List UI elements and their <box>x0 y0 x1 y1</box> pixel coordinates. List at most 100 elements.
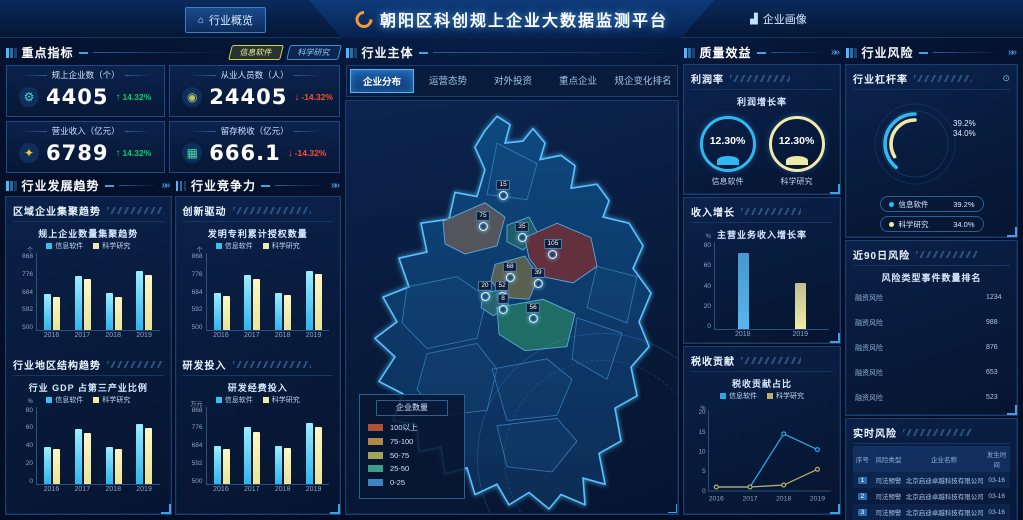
map-marker[interactable]: 68 <box>503 262 517 282</box>
svg-text:10: 10 <box>699 449 707 456</box>
bar[interactable] <box>53 297 60 330</box>
svg-text:0: 0 <box>702 488 706 495</box>
bar[interactable] <box>315 274 322 330</box>
map-marker[interactable]: 56 <box>526 303 540 323</box>
map-marker[interactable]: 35 <box>515 222 529 242</box>
bar[interactable] <box>115 297 122 330</box>
tab-change-ranking[interactable]: 规企变化排名 <box>612 69 674 93</box>
svg-text:2018: 2018 <box>776 496 791 503</box>
svg-text:%: % <box>700 405 705 411</box>
map-marker[interactable]: 20 <box>478 281 492 301</box>
legend-swatch <box>767 393 773 399</box>
y-axis: %806040200 <box>15 407 36 485</box>
bar[interactable] <box>214 446 221 484</box>
bar[interactable] <box>253 279 260 330</box>
x-tick: 2017 <box>244 486 260 493</box>
more-icon[interactable]: »» <box>331 180 340 191</box>
bar[interactable] <box>84 433 91 483</box>
chart-leverage: 39.2%34.0%信息软件39.2%科学研究34.0% <box>853 92 1010 232</box>
tab-enterprise-distribution[interactable]: 企业分布 <box>350 69 414 93</box>
map-marker[interactable]: 15 <box>496 180 510 200</box>
arrow-up-icon: ↑ <box>115 148 120 159</box>
tag-info-software[interactable]: 信息软件 <box>228 45 284 60</box>
bar[interactable] <box>44 294 51 330</box>
bar[interactable] <box>306 423 313 483</box>
bar[interactable] <box>214 293 221 330</box>
bar[interactable] <box>136 271 143 330</box>
section-icon <box>684 48 695 58</box>
nav-enterprise-portrait[interactable]: ▟ 企业画像 <box>738 7 819 31</box>
bar[interactable] <box>84 279 91 330</box>
bar[interactable] <box>275 293 282 330</box>
bar[interactable] <box>115 449 122 484</box>
table-header-cell: 企业名称 <box>905 446 984 472</box>
bar-group <box>306 253 322 330</box>
bar[interactable] <box>145 428 152 484</box>
gauge-ring: 12.30% <box>769 116 825 172</box>
hbar-value: 1234 <box>986 294 1008 301</box>
legend-item: 信息软件 <box>216 241 253 251</box>
bar[interactable] <box>275 446 282 483</box>
bar[interactable] <box>306 271 313 330</box>
bar[interactable] <box>795 283 806 329</box>
more-icon[interactable]: »» <box>1008 47 1017 58</box>
subpanel-tax: 税收贡献 <box>691 352 833 372</box>
bar[interactable] <box>44 447 51 484</box>
legend-swatch <box>216 243 222 249</box>
y-axis: 个868776684592500 <box>15 253 36 331</box>
table-cell: 3 <box>853 504 872 520</box>
map-marker[interactable]: 8 <box>498 294 509 314</box>
section-title: 行业风险 <box>862 44 914 61</box>
bar[interactable] <box>136 424 143 484</box>
hbar-track <box>890 396 981 400</box>
arrow-down-icon: ↓ <box>288 148 293 159</box>
bar[interactable] <box>284 448 291 483</box>
district-map-panel: 15753510568392052856 企业数量 100以上75-10050-… <box>346 101 678 514</box>
bar-group <box>244 253 260 330</box>
svg-text:5: 5 <box>702 468 706 475</box>
bar[interactable] <box>75 429 82 484</box>
kpi-delta: ↑14.32% <box>115 92 151 103</box>
tab-outbound-investment[interactable]: 对外投资 <box>482 69 544 93</box>
bar[interactable] <box>106 293 113 330</box>
table-cell: 北京启迪卓越科技有限公司 <box>905 472 984 488</box>
nav-industry-overview[interactable]: ⌂ 行业概览 <box>185 7 266 33</box>
bar[interactable] <box>738 253 749 329</box>
bar[interactable] <box>223 449 230 484</box>
arc-chart: 39.2%34.0% <box>853 92 1010 192</box>
bar[interactable] <box>244 275 251 330</box>
map-marker[interactable]: 105 <box>544 239 562 259</box>
bar[interactable] <box>284 295 291 330</box>
bar[interactable] <box>53 449 60 484</box>
marker-pin-icon <box>480 292 489 301</box>
bar[interactable] <box>315 427 322 484</box>
tag-science-research[interactable]: 科学研究 <box>286 45 342 60</box>
row-index-badge: 2 <box>858 493 867 500</box>
more-icon[interactable]: »» <box>161 180 170 191</box>
marker-pin-icon <box>517 233 526 242</box>
x-axis-labels: 2016201720182019 <box>34 331 164 339</box>
bar[interactable] <box>223 296 230 330</box>
tab-operation-status[interactable]: 运营态势 <box>417 69 479 93</box>
map-marker[interactable]: 75 <box>476 211 490 231</box>
x-axis-labels: 20182019 <box>712 330 833 338</box>
more-icon[interactable]: »» <box>831 47 840 58</box>
info-icon[interactable]: ⊙ <box>1002 73 1010 84</box>
chart-title: 风险类型事件数量排名 <box>853 271 1010 284</box>
plot-area <box>714 242 829 330</box>
bar[interactable] <box>253 432 260 484</box>
kpi-value: 24405 <box>209 85 287 109</box>
bar[interactable] <box>145 275 152 330</box>
bar-group <box>214 407 230 484</box>
tab-key-enterprises[interactable]: 重点企业 <box>547 69 609 93</box>
bar[interactable] <box>75 276 82 330</box>
marker-pin-icon <box>529 314 538 323</box>
bar[interactable] <box>244 427 251 483</box>
hbar-label: 融资风险 <box>855 393 885 403</box>
map-legend-label: 75-100 <box>390 437 413 446</box>
map-marker[interactable]: 39 <box>531 268 545 288</box>
table-cell: 2 <box>853 488 872 504</box>
subpanel-realtime: 实时风险 <box>853 424 1010 444</box>
svg-text:2017: 2017 <box>742 496 757 503</box>
bar[interactable] <box>106 447 113 484</box>
